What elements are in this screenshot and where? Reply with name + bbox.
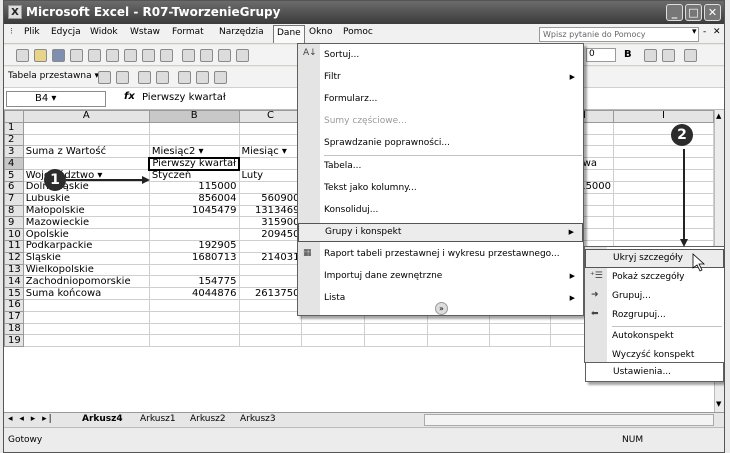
excel-window: X Microsoft Excel - R07-TworzenieGrupy _… [3, 0, 725, 453]
callout-2: 2 [671, 124, 693, 146]
callout-2-arrowhead [680, 239, 688, 247]
callout-1-arrowhead [142, 176, 150, 184]
mouse-cursor-icon [692, 253, 706, 272]
callout-arrows [66, 149, 706, 272]
